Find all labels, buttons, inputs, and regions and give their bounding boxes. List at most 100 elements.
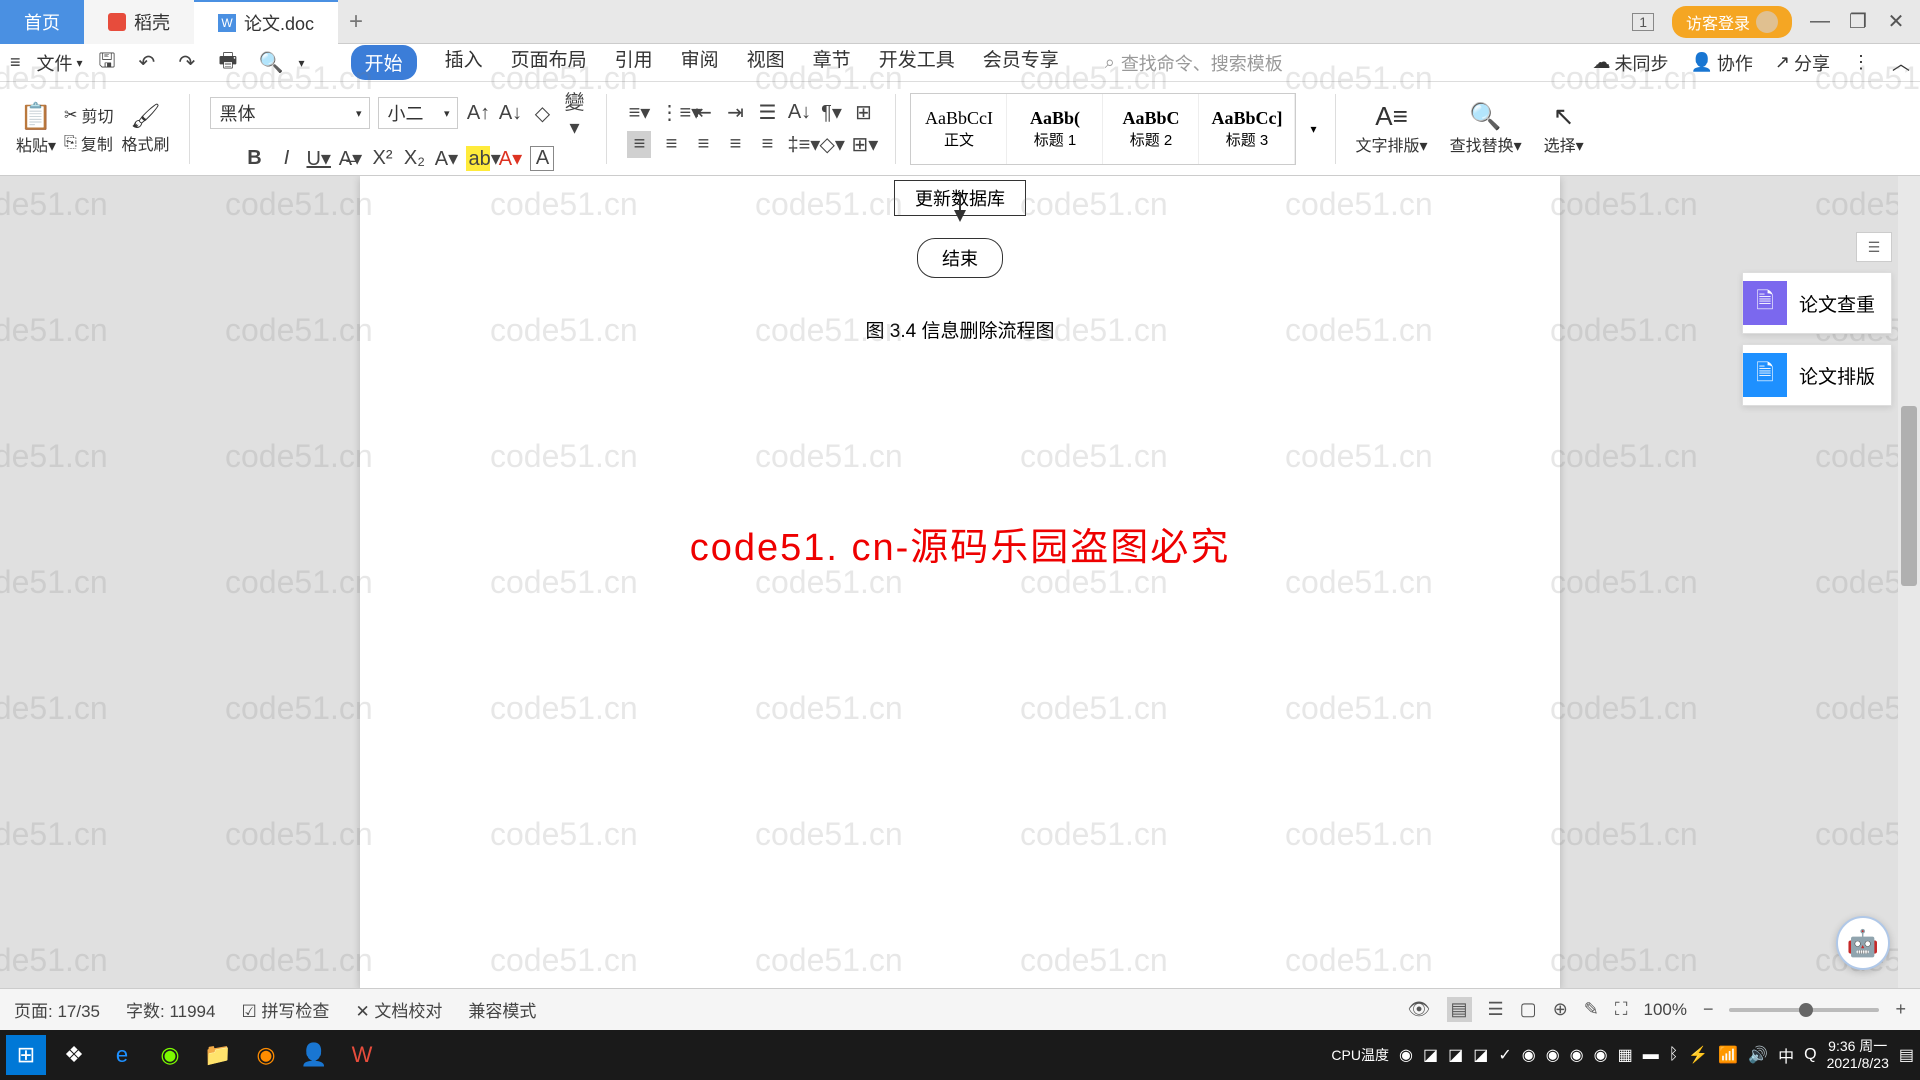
cpu-temp[interactable]: CPU温度 [1331,1045,1389,1065]
task-app-1[interactable]: ❖ [54,1035,94,1075]
command-search[interactable]: ⌕ 查找命令、搜索模板 [1105,50,1283,76]
spell-check-toggle[interactable]: ☑ 拼写检查 [241,997,329,1022]
text-layout-button[interactable]: A≡ 文字排版▾ [1350,82,1434,176]
tray-icon-8[interactable]: ◉ [1570,1045,1584,1065]
save-icon[interactable]: 🖫 [99,46,123,80]
taskbar-clock[interactable]: 9:36 周一 2021/8/23 [1827,1038,1889,1072]
phonetic-icon[interactable]: 變▾ [562,86,586,140]
align-distribute-button[interactable]: ≡ [755,133,779,156]
wps-icon[interactable]: W [342,1035,382,1075]
italic-button[interactable]: I [274,147,298,170]
menu-dev-tools[interactable]: 开发工具 [879,45,955,80]
markup-icon[interactable]: ✎ [1584,999,1599,1020]
more-menu[interactable]: ⋮ [1852,52,1870,73]
tab-document[interactable]: W 论文.doc [194,0,338,44]
wifi-icon[interactable]: 📶 [1718,1045,1738,1065]
tray-icon-2[interactable]: ◪ [1423,1045,1438,1065]
style-more[interactable]: ▾ [1306,122,1320,136]
task-app-2[interactable]: ◉ [246,1035,286,1075]
increase-indent-icon[interactable]: ⇥ [723,100,747,125]
menu-chapter[interactable]: 章节 [813,45,851,80]
collapse-ribbon[interactable]: ︿ [1892,50,1910,76]
font-select[interactable]: 黑体▾ [210,97,370,129]
align-center-button[interactable]: ≡ [659,133,683,156]
menu-toggle[interactable]: ≡ [10,52,21,73]
align-left-button[interactable]: ≡ [627,131,651,158]
browser-icon[interactable]: ◉ [150,1035,190,1075]
highlight-button[interactable]: ab▾ [466,146,490,171]
share-button[interactable]: ↗分享 [1775,50,1830,76]
print-preview-icon[interactable]: 🔍 [259,50,283,75]
style-h1[interactable]: AaBb(标题 1 [1007,94,1103,164]
paper-layout-button[interactable]: 🗎 论文排版 [1742,344,1892,406]
bullet-list-icon[interactable]: ≡▾ [627,100,651,125]
menu-vip[interactable]: 会员专享 [983,45,1059,80]
power-icon[interactable]: ⚡ [1688,1045,1708,1065]
document-area[interactable]: 更新数据库 结束 图 3.4 信息删除流程图 code51. cn-源码乐园盗图… [0,176,1920,988]
superscript-button[interactable]: X² [370,147,394,170]
style-normal[interactable]: AaBbCcI正文 [911,94,1007,164]
vertical-scrollbar[interactable] [1898,176,1920,988]
text-effect-button[interactable]: A▾ [434,146,458,171]
bluetooth-icon[interactable]: ᛒ [1669,1046,1679,1064]
redo-icon[interactable]: ↷ [179,50,203,75]
style-h3[interactable]: AaBbCc]标题 3 [1199,94,1295,164]
task-app-3[interactable]: 👤 [294,1035,334,1075]
tray-icon-7[interactable]: ◉ [1546,1045,1560,1065]
tray-icon-1[interactable]: ◉ [1399,1045,1413,1065]
scrollbar-thumb[interactable] [1901,406,1917,586]
proof-toggle[interactable]: ✕ 文档校对 [355,997,442,1022]
outline-view-icon[interactable]: ☰ [1488,999,1504,1020]
zoom-out-button[interactable]: − [1703,999,1714,1020]
zoom-fit-icon[interactable]: ⛶ [1615,999,1628,1020]
show-marks-icon[interactable]: ⊞ [851,100,875,125]
tray-icon-4[interactable]: ◪ [1473,1045,1488,1065]
text-direction-icon[interactable]: A↓ [787,101,811,124]
font-color-button[interactable]: A▾ [498,146,522,171]
menu-page-layout[interactable]: 页面布局 [511,45,587,80]
web-view-icon[interactable]: ⊕ [1553,999,1568,1020]
menu-start[interactable]: 开始 [351,45,417,80]
tray-icon-5[interactable]: ✓ [1498,1045,1511,1065]
tray-icon-9[interactable]: ◉ [1594,1045,1608,1065]
zoom-slider[interactable] [1729,1008,1879,1012]
login-button[interactable]: 访客登录 [1672,6,1792,38]
tray-icon-11[interactable]: ▬ [1643,1046,1659,1064]
clear-format-icon[interactable]: ◇ [530,101,554,126]
subscript-button[interactable]: X₂ [402,147,426,170]
tray-icon-q[interactable]: Q [1804,1046,1816,1064]
minimize-button[interactable]: — [1810,10,1830,33]
tray-icon-6[interactable]: ◉ [1522,1045,1536,1065]
paper-check-button[interactable]: 🗎 论文查重 [1742,272,1892,334]
style-h2[interactable]: AaBbC标题 2 [1103,94,1199,164]
page-indicator[interactable]: 页面: 17/35 [14,997,100,1022]
tab-home[interactable]: 首页 [0,0,84,44]
char-border-button[interactable]: A [530,146,554,171]
read-view-icon[interactable]: ▢ [1520,999,1537,1020]
tray-icon-3[interactable]: ◪ [1448,1045,1463,1065]
start-button[interactable]: ⊞ [6,1035,46,1075]
shading-button[interactable]: ◇▾ [819,132,843,157]
action-center-icon[interactable]: ▤ [1899,1045,1914,1065]
number-list-icon[interactable]: ⋮≡▾ [659,100,683,125]
border-button[interactable]: ⊞▾ [851,132,875,157]
menu-insert[interactable]: 插入 [445,45,483,80]
ie-icon[interactable]: e [102,1035,142,1075]
cut-button[interactable]: ✂剪切 [64,103,113,127]
font-size-select[interactable]: 小二▾ [378,97,458,129]
collab-button[interactable]: 👤协作 [1690,50,1752,76]
close-button[interactable]: ✕ [1886,9,1906,34]
asian-layout-icon[interactable]: ☰ [755,100,779,125]
word-count[interactable]: 字数: 11994 [126,997,215,1022]
ime-icon[interactable]: 中 [1778,1043,1794,1067]
tray-icon-10[interactable]: ▦ [1618,1045,1633,1065]
format-painter[interactable]: 🖌 格式刷 [121,102,169,155]
file-menu[interactable]: 文件▾ [37,50,83,76]
sort-icon[interactable]: ¶▾ [819,100,843,125]
print-icon[interactable]: 🖶 [219,46,243,80]
volume-icon[interactable]: 🔊 [1748,1045,1768,1065]
qat-dropdown[interactable]: ▾ [299,56,305,70]
sync-status[interactable]: ☁未同步 [1592,50,1668,76]
paste-button[interactable]: 📋 粘贴▾ [16,101,56,156]
assistant-fab[interactable]: 🤖 [1836,916,1890,970]
